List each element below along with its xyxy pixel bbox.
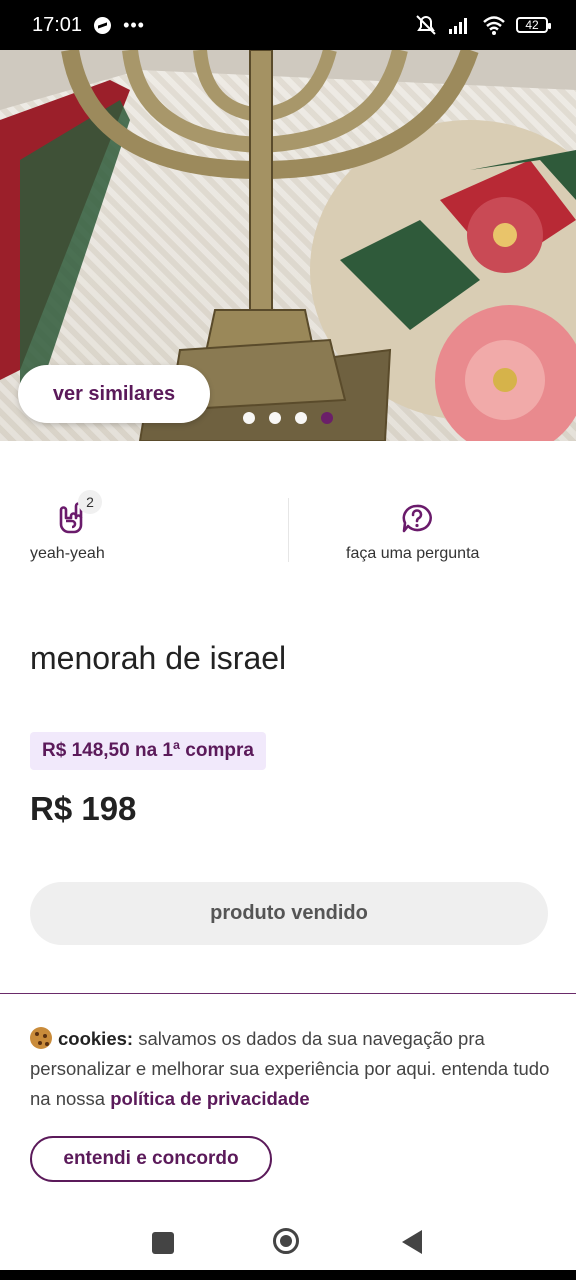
back-icon[interactable] [402, 1230, 422, 1254]
like-count-badge: 2 [78, 490, 102, 514]
battery-level: 42 [525, 18, 539, 32]
see-similar-button[interactable]: ver similares [18, 365, 210, 423]
product-price: R$ 198 [30, 790, 137, 827]
home-icon[interactable] [273, 1228, 299, 1254]
agree-button[interactable]: entendi e concordo [30, 1136, 272, 1182]
carousel-dot-active[interactable] [321, 412, 333, 424]
product-title: menorah de israel [30, 640, 287, 676]
battery-icon: 42 [516, 17, 551, 33]
carousel-dot[interactable] [269, 412, 281, 424]
messenger-icon [94, 16, 112, 34]
cookie-banner: cookies: salvamos os dados da sua navega… [0, 993, 576, 1211]
cookie-icon [30, 1027, 52, 1049]
carousel-dot[interactable] [243, 412, 255, 424]
carousel-indicator [243, 412, 333, 424]
ask-question-action[interactable]: faça uma pergunta [288, 490, 576, 580]
cookie-message: cookies: salvamos os dados da sua navega… [30, 1024, 550, 1114]
status-time: 17:01 [32, 13, 83, 36]
like-action[interactable]: 2 yeah-yeah [0, 490, 288, 580]
question-bubble-icon [402, 504, 432, 533]
ask-question-label: faça uma pergunta [346, 545, 480, 562]
mute-icon [416, 15, 436, 35]
first-purchase-promo: R$ 148,50 na 1ª compra [30, 732, 266, 770]
product-image-carousel[interactable]: ver similares [0, 50, 576, 441]
like-icon-wrap[interactable]: 2 [54, 490, 102, 541]
like-label: yeah-yeah [30, 545, 105, 562]
status-bar: 17:01 ••• 42 [0, 0, 576, 50]
carousel-dot[interactable] [295, 412, 307, 424]
more-notifications-icon: ••• [123, 14, 145, 35]
recent-apps-icon[interactable] [152, 1232, 174, 1254]
question-icon-wrap[interactable] [400, 502, 434, 541]
product-actions: 2 yeah-yeah faça uma pergunta [0, 490, 576, 580]
cookie-label: cookies: [58, 1028, 134, 1049]
wifi-icon [483, 16, 505, 35]
bottom-edge [0, 1270, 576, 1280]
signal-icon [449, 18, 467, 34]
privacy-policy-link[interactable]: política de privacidade [110, 1088, 309, 1109]
sold-out-button[interactable]: produto vendido [30, 882, 548, 945]
